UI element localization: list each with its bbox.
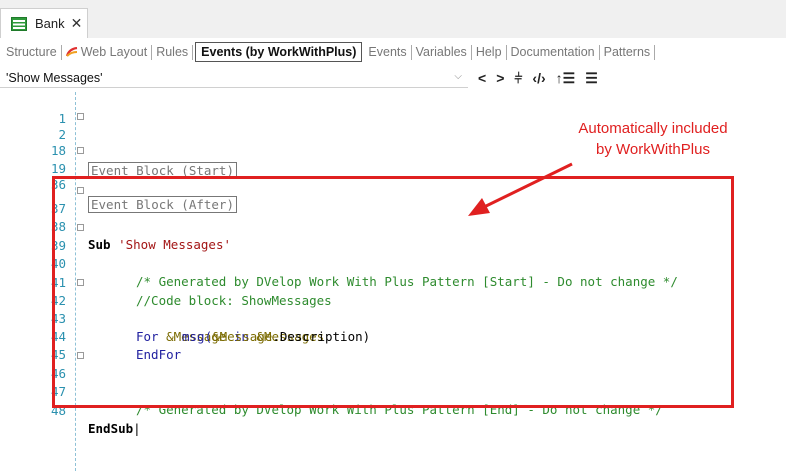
highlight-box <box>52 176 734 408</box>
close-icon[interactable]: ✕ <box>71 15 83 32</box>
event-toolbar: 'Show Messages' ⌵ < > ⫩ ‹/› ↑☰ ☰ <box>0 66 786 90</box>
arrow-icon <box>468 162 573 216</box>
format-icon[interactable]: ☰ <box>585 70 598 87</box>
transaction-icon <box>11 16 27 31</box>
fold-toggle-icon[interactable] <box>77 113 84 120</box>
tab-title: Bank <box>35 16 65 31</box>
tab-rules[interactable]: Rules <box>152 45 192 59</box>
code-line: 46 /* Generated by DVelop Work With Plus… <box>0 347 663 417</box>
code-line: 39 /* Generated by DVelop Work With Plus… <box>0 219 678 289</box>
fold-toggle-icon[interactable] <box>77 147 84 154</box>
chevron-down-icon: ⌵ <box>454 71 462 82</box>
event-selector[interactable]: 'Show Messages' ⌵ <box>0 68 468 88</box>
text-cursor: | <box>133 421 141 436</box>
collapse-all-icon[interactable]: ⫩ <box>514 70 522 87</box>
tab-variables[interactable]: Variables <box>412 45 471 59</box>
tab-web-layout-label: Web Layout <box>80 45 148 59</box>
tab-events[interactable]: Events <box>364 45 410 59</box>
annotation-callout: Automatically included by WorkWithPlus <box>548 118 758 160</box>
code-keyword: EndSub <box>88 421 134 436</box>
tab-help[interactable]: Help <box>472 45 506 59</box>
code-toggle-icon[interactable]: ‹/› <box>532 70 545 86</box>
tab-patterns[interactable]: Patterns <box>600 45 655 59</box>
tab-web-layout[interactable]: Web Layout <box>62 45 151 59</box>
code-line: 40 <box>0 237 66 271</box>
code-line: 48 EndSub| <box>0 384 141 436</box>
tab-structure[interactable]: Structure <box>0 45 61 59</box>
annotation-line-1: Automatically included <box>578 120 728 137</box>
tab-events-workwithplus[interactable]: Events (by WorkWithPlus) <box>195 42 363 62</box>
code-line: 44 EndFor <box>0 310 181 362</box>
document-tab-strip: Bank ✕ <box>0 0 786 39</box>
code-line: 41 //Code block: ShowMessages <box>0 256 332 308</box>
object-part-tabs: Structure Web Layout Rules Events (by Wo… <box>0 38 786 66</box>
tab-documentation[interactable]: Documentation <box>507 45 599 59</box>
code-line: 43 msg(&Message.Description) <box>0 292 370 344</box>
code-line: 36 <box>0 158 66 192</box>
event-selector-value: 'Show Messages' <box>6 70 103 85</box>
code-line: 42 For &Message in &Messages <box>0 274 324 344</box>
code-line: 47 <box>0 365 66 399</box>
previous-event-button[interactable]: < <box>478 70 486 86</box>
annotation-line-2: by WorkWithPlus <box>596 141 710 158</box>
code-line: 37 Sub 'Show Messages' <box>0 182 231 252</box>
web-layout-icon <box>65 47 77 57</box>
tab-separator <box>192 44 194 60</box>
tab-bank[interactable]: Bank ✕ <box>0 8 88 38</box>
next-event-button[interactable]: > <box>496 70 504 86</box>
sort-icon[interactable]: ↑☰ <box>556 70 576 87</box>
code-line: 45 <box>0 328 66 362</box>
code-line: 38 <box>0 200 66 234</box>
tab-separator <box>654 44 656 60</box>
code-line: 18 <box>0 124 66 158</box>
